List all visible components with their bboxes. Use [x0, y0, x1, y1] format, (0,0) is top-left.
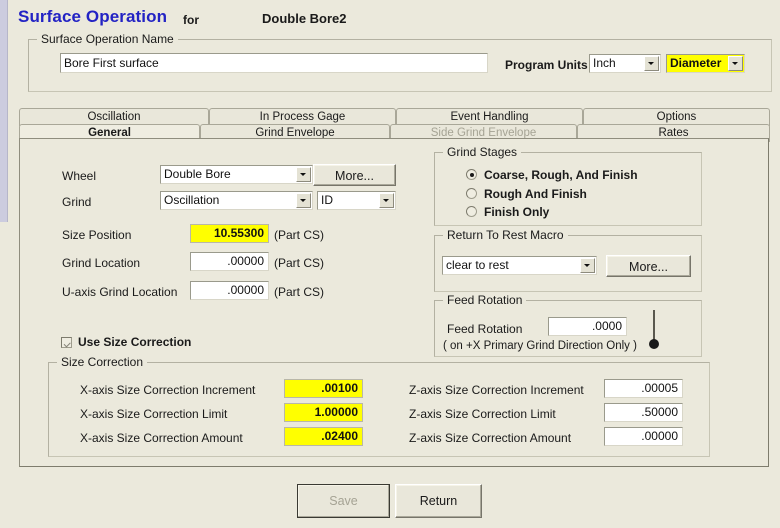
- radio-rough-and-finish[interactable]: [466, 188, 477, 199]
- feed-rotation-direction-icon: [648, 310, 660, 350]
- radio-coarse-rough-finish-label: Coarse, Rough, And Finish: [484, 168, 638, 182]
- save-button: Save: [297, 484, 390, 518]
- grind-label: Grind: [62, 195, 92, 209]
- surface-operation-name-input[interactable]: Bore First surface: [60, 53, 488, 73]
- chevron-down-icon[interactable]: [296, 167, 311, 182]
- chevron-down-icon[interactable]: [580, 258, 595, 273]
- grind-type-select[interactable]: ID: [317, 191, 396, 210]
- radio-finish-only-label: Finish Only: [484, 205, 550, 219]
- radio-coarse-rough-finish[interactable]: [466, 169, 477, 180]
- z-size-correction-increment-label: Z-axis Size Correction Increment: [409, 383, 584, 397]
- feed-rotation-legend: Feed Rotation: [443, 293, 527, 307]
- wheel-value: Double Bore: [164, 167, 231, 181]
- wheel-select[interactable]: Double Bore: [160, 165, 313, 184]
- return-button[interactable]: Return: [395, 484, 482, 518]
- x-size-correction-limit-label: X-axis Size Correction Limit: [80, 407, 228, 421]
- program-units-label: Program Units: [505, 58, 588, 72]
- u-axis-grind-location-input[interactable]: .00000: [190, 281, 269, 300]
- grind-stages-legend: Grind Stages: [443, 145, 522, 159]
- size-position-input[interactable]: 10.55300: [190, 224, 269, 243]
- return-to-rest-macro-select[interactable]: clear to rest: [442, 256, 597, 275]
- x-size-correction-increment-input[interactable]: .00100: [284, 379, 363, 398]
- surface-operation-name-legend: Surface Operation Name: [37, 32, 178, 46]
- x-size-correction-amount-input[interactable]: .02400: [284, 427, 363, 446]
- wheel-more-button[interactable]: More...: [313, 164, 396, 186]
- use-size-correction-checkbox[interactable]: [61, 337, 72, 348]
- feed-rotation-input[interactable]: .0000: [548, 317, 627, 336]
- z-size-correction-limit-label: Z-axis Size Correction Limit: [409, 407, 556, 421]
- size-position-label: Size Position: [62, 228, 132, 242]
- size-correction-legend: Size Correction: [57, 355, 148, 369]
- feed-rotation-field-label: Feed Rotation: [447, 322, 523, 336]
- part-name: Double Bore2: [262, 11, 347, 26]
- feed-rotation-note: ( on +X Primary Grind Direction Only ): [443, 340, 637, 352]
- left-scroll-strip[interactable]: [0, 0, 8, 222]
- page-title: Surface Operation: [18, 7, 168, 26]
- z-size-correction-limit-input[interactable]: .50000: [604, 403, 683, 422]
- grind-value: Oscillation: [164, 193, 220, 207]
- chevron-down-icon[interactable]: [296, 193, 311, 208]
- feed-rotation-icon-stem: [653, 310, 655, 341]
- radio-rough-and-finish-label: Rough And Finish: [484, 187, 587, 201]
- wheel-label: Wheel: [62, 169, 97, 183]
- size-position-units: (Part CS): [274, 228, 325, 242]
- grind-type-value: ID: [321, 193, 333, 207]
- use-size-correction-label: Use Size Correction: [78, 335, 192, 349]
- chevron-down-icon[interactable]: [644, 56, 659, 71]
- chevron-down-icon[interactable]: [728, 56, 743, 71]
- u-axis-grind-location-units: (Part CS): [274, 285, 325, 299]
- radio-finish-only[interactable]: [466, 206, 477, 217]
- z-size-correction-amount-label: Z-axis Size Correction Amount: [409, 431, 572, 445]
- x-size-correction-amount-label: X-axis Size Correction Amount: [80, 431, 243, 445]
- grind-location-input[interactable]: .00000: [190, 252, 269, 271]
- grind-select[interactable]: Oscillation: [160, 191, 313, 210]
- chevron-down-icon[interactable]: [379, 193, 394, 208]
- x-size-correction-limit-input[interactable]: 1.00000: [284, 403, 363, 422]
- program-units-mode-value: Diameter: [670, 56, 722, 70]
- return-to-rest-more-button[interactable]: More...: [606, 255, 691, 277]
- feed-rotation-icon-dot: [649, 339, 659, 349]
- program-units-mode-select[interactable]: Diameter: [666, 54, 745, 73]
- z-size-correction-amount-input[interactable]: .00000: [604, 427, 683, 446]
- grind-location-label: Grind Location: [62, 256, 141, 270]
- page-title-for-label: for: [183, 13, 199, 27]
- program-units-select[interactable]: Inch: [589, 54, 661, 73]
- grind-location-units: (Part CS): [274, 256, 325, 270]
- program-units-value: Inch: [593, 56, 616, 70]
- return-to-rest-macro-legend: Return To Rest Macro: [443, 228, 568, 242]
- z-size-correction-increment-input[interactable]: .00005: [604, 379, 683, 398]
- x-size-correction-increment-label: X-axis Size Correction Increment: [80, 383, 256, 397]
- u-axis-grind-location-label: U-axis Grind Location: [62, 285, 178, 299]
- return-to-rest-macro-value: clear to rest: [446, 258, 509, 272]
